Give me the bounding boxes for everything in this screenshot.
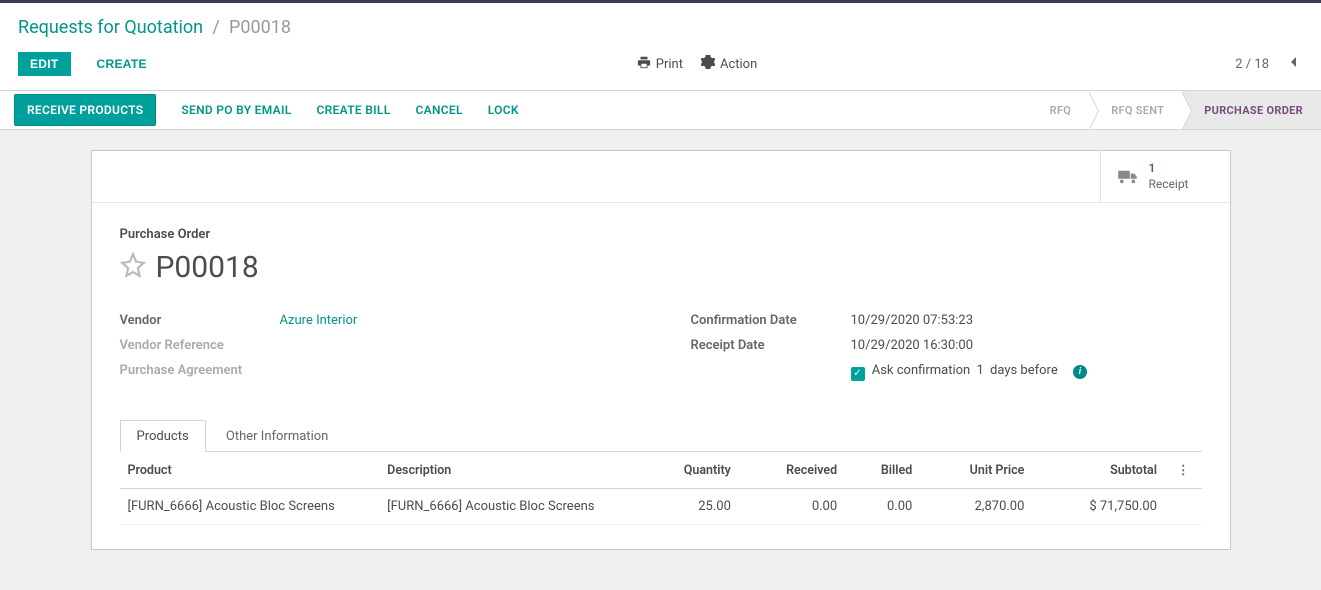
lock-button[interactable]: LOCK bbox=[488, 103, 519, 117]
breadcrumb: Requests for Quotation / P00018 bbox=[0, 3, 1321, 44]
pager-prev[interactable] bbox=[1283, 52, 1303, 76]
order-name: P00018 bbox=[156, 250, 259, 285]
edit-button[interactable]: EDIT bbox=[18, 52, 71, 76]
sheet-body: Purchase Order P00018 Vendor Azure Inter… bbox=[92, 203, 1230, 549]
action-label: Action bbox=[720, 57, 757, 72]
send-po-button[interactable]: SEND PO BY EMAIL bbox=[181, 103, 291, 117]
fields-col-right: Confirmation Date 10/29/2020 07:53:23 Re… bbox=[691, 313, 1202, 391]
receive-products-button[interactable]: RECEIVE PRODUCTS bbox=[14, 94, 156, 126]
action-button[interactable]: Action bbox=[701, 55, 757, 73]
vendor-reference-value bbox=[280, 338, 631, 353]
breadcrumb-current: P00018 bbox=[229, 17, 291, 38]
cell-description: [FURN_6666] Acoustic Bloc Screens bbox=[379, 489, 639, 525]
ask-conf-value: ✓ Ask confirmation 1 days before i bbox=[851, 363, 1202, 381]
field-confirmation-date: Confirmation Date 10/29/2020 07:53:23 bbox=[691, 313, 1202, 328]
print-icon bbox=[637, 55, 651, 73]
stage-rfq[interactable]: RFQ bbox=[1028, 91, 1090, 129]
cell-received: 0.00 bbox=[739, 489, 845, 525]
order-lines-table: Product Description Quantity Received Bi… bbox=[120, 452, 1202, 525]
control-right: 2 / 18 bbox=[1235, 52, 1303, 76]
col-subtotal[interactable]: Subtotal bbox=[1032, 452, 1165, 489]
gear-icon bbox=[701, 55, 715, 73]
control-bar: EDIT CREATE Print Action 2 / 18 bbox=[0, 44, 1321, 90]
cell-quantity: 25.00 bbox=[639, 489, 739, 525]
stat-buttons: 1 Receipt bbox=[92, 151, 1230, 203]
ask-conf-spacer bbox=[691, 363, 851, 381]
field-receipt-date: Receipt Date 10/29/2020 16:30:00 bbox=[691, 338, 1202, 353]
content-area: 1 Receipt Purchase Order P00018 Vendor A… bbox=[0, 130, 1321, 590]
cell-product: [FURN_6666] Acoustic Bloc Screens bbox=[120, 489, 380, 525]
stage-rfq-sent[interactable]: RFQ SENT bbox=[1089, 91, 1182, 129]
tab-other-information[interactable]: Other Information bbox=[209, 420, 345, 452]
cell-unitprice: 2,870.00 bbox=[920, 489, 1032, 525]
receipt-date-value: 10/29/2020 16:30:00 bbox=[851, 338, 1202, 353]
info-icon[interactable]: i bbox=[1073, 365, 1087, 379]
receipt-date-label: Receipt Date bbox=[691, 338, 851, 353]
ask-conf-days: 1 bbox=[976, 363, 983, 378]
star-icon[interactable] bbox=[120, 252, 146, 284]
title-row: P00018 bbox=[120, 250, 1202, 285]
status-buttons: RECEIVE PRODUCTS SEND PO BY EMAIL CREATE… bbox=[18, 94, 519, 126]
stage-purchase-order[interactable]: PURCHASE ORDER bbox=[1182, 91, 1321, 129]
breadcrumb-parent-link[interactable]: Requests for Quotation bbox=[18, 17, 203, 38]
create-bill-button[interactable]: CREATE BILL bbox=[317, 103, 391, 117]
stat-label: Receipt bbox=[1149, 177, 1189, 193]
purchase-agreement-value bbox=[280, 363, 631, 378]
col-product[interactable]: Product bbox=[120, 452, 380, 489]
receipt-stat-button[interactable]: 1 Receipt bbox=[1100, 151, 1230, 202]
vendor-reference-label: Vendor Reference bbox=[120, 338, 280, 353]
confirmation-date-value: 10/29/2020 07:53:23 bbox=[851, 313, 1202, 328]
fields-col-left: Vendor Azure Interior Vendor Reference P… bbox=[120, 313, 631, 391]
statusbar: RFQ RFQ SENT PURCHASE ORDER bbox=[1028, 91, 1321, 129]
table-header-row: Product Description Quantity Received Bi… bbox=[120, 452, 1202, 489]
cell-billed: 0.00 bbox=[845, 489, 920, 525]
col-billed[interactable]: Billed bbox=[845, 452, 920, 489]
col-unit-price[interactable]: Unit Price bbox=[920, 452, 1032, 489]
col-quantity[interactable]: Quantity bbox=[639, 452, 739, 489]
table-options-icon[interactable]: ⋮ bbox=[1173, 463, 1194, 478]
ask-conf-post: days before bbox=[990, 363, 1058, 378]
purchase-agreement-label: Purchase Agreement bbox=[120, 363, 280, 378]
cell-subtotal: $ 71,750.00 bbox=[1032, 489, 1165, 525]
fields-grid: Vendor Azure Interior Vendor Reference P… bbox=[120, 313, 1202, 391]
breadcrumb-separator: / bbox=[212, 17, 219, 38]
field-purchase-agreement: Purchase Agreement bbox=[120, 363, 631, 378]
section-label: Purchase Order bbox=[120, 227, 1202, 242]
stat-count: 1 bbox=[1149, 161, 1189, 177]
table-row[interactable]: [FURN_6666] Acoustic Bloc Screens [FURN_… bbox=[120, 489, 1202, 525]
print-button[interactable]: Print bbox=[637, 55, 683, 73]
stat-text: 1 Receipt bbox=[1149, 161, 1189, 192]
field-vendor-reference: Vendor Reference bbox=[120, 338, 631, 353]
vendor-label: Vendor bbox=[120, 313, 280, 328]
field-vendor: Vendor Azure Interior bbox=[120, 313, 631, 328]
tabs: Products Other Information bbox=[120, 419, 1202, 452]
col-received[interactable]: Received bbox=[739, 452, 845, 489]
tab-products[interactable]: Products bbox=[120, 420, 206, 452]
vendor-link[interactable]: Azure Interior bbox=[280, 313, 358, 328]
status-row: RECEIVE PRODUCTS SEND PO BY EMAIL CREATE… bbox=[0, 90, 1321, 130]
form-sheet: 1 Receipt Purchase Order P00018 Vendor A… bbox=[91, 150, 1231, 550]
cancel-button[interactable]: CANCEL bbox=[416, 103, 463, 117]
create-button[interactable]: CREATE bbox=[85, 52, 159, 76]
control-center: Print Action bbox=[159, 55, 1235, 73]
field-ask-confirmation: ✓ Ask confirmation 1 days before i bbox=[691, 363, 1202, 381]
ask-conf-checkbox[interactable]: ✓ bbox=[851, 367, 865, 381]
confirmation-date-label: Confirmation Date bbox=[691, 313, 851, 328]
pager-text: 2 / 18 bbox=[1235, 57, 1269, 72]
truck-icon bbox=[1117, 169, 1139, 185]
ask-conf-pre: Ask confirmation bbox=[872, 363, 971, 378]
print-label: Print bbox=[656, 57, 683, 72]
col-description[interactable]: Description bbox=[379, 452, 639, 489]
